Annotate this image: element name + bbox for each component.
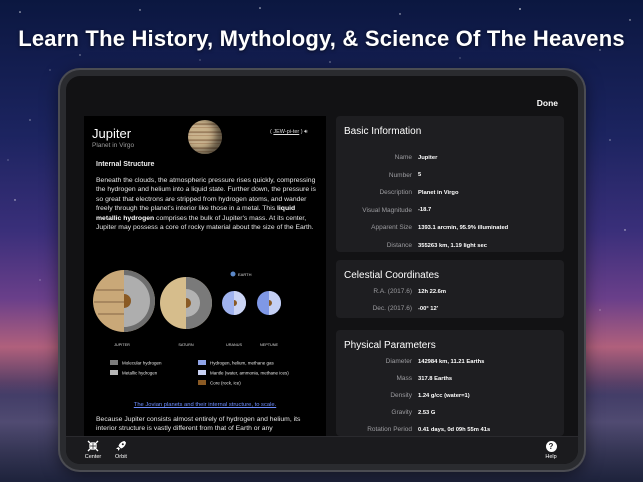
uranus-label: URANUS — [226, 343, 243, 347]
info-row-value: 317.8 Earths — [418, 375, 453, 382]
help-glyph: ? — [545, 441, 557, 452]
info-row: Rotation Period 0.41 days, 0d 09h 55m 41s — [336, 426, 564, 436]
neptune-diagram — [257, 291, 281, 315]
info-row-label: Number — [388, 171, 412, 179]
info-row: Mass 317.8 Earths — [336, 375, 564, 385]
info-row: Gravity 2.53 G — [336, 409, 564, 419]
info-row-label: Dec. (2017.6) — [372, 305, 412, 312]
planet-subtitle: Planet in Virgo — [92, 142, 135, 149]
article-panel[interactable]: Jupiter Planet in Virgo ( JEW-pi-ter ) 🔊… — [84, 116, 326, 436]
info-row-value: 0.41 days, 0d 09h 55m 41s — [418, 426, 491, 433]
info-row-value: -00° 12' — [418, 305, 439, 312]
legend-label-molecular-hydrogen: Molecular hydrogen — [122, 361, 162, 366]
info-row: Density 1.24 g/cc (water=1) — [336, 392, 564, 402]
earth-label: EARTH — [238, 272, 252, 277]
tablet-screen: Done Jupiter Planet in Virgo ( JEW-pi-te… — [66, 76, 578, 464]
legend-swatch-molecular-hydrogen — [110, 360, 118, 365]
info-row-value: -18.7 — [418, 207, 432, 214]
info-row-label: Visual Magnitude — [362, 206, 412, 214]
uranus-diagram — [222, 291, 246, 315]
pronunciation[interactable]: ( JEW-pi-ter ) 🔊︎ — [270, 129, 308, 136]
article-paragraph-1: Beneath the clouds, the atmospheric pres… — [96, 176, 318, 232]
info-row-label: R.A. (2017.6) — [373, 288, 412, 295]
center-label: Center — [84, 454, 102, 460]
info-row: Dec. (2017.6) -00° 12' — [336, 305, 564, 315]
info-row: Apparent Size 1393.1 arcmin, 95.9% illumi… — [336, 224, 564, 234]
basic-information-title: Basic Information — [344, 126, 422, 137]
info-row-value: 355263 km, 1.19 light sec — [418, 242, 487, 249]
center-arrows-icon — [78, 440, 108, 454]
info-row-value: 1.24 g/cc (water=1) — [418, 392, 470, 399]
hero-title: Learn The History, Mythology, & Science … — [18, 26, 625, 51]
help-button[interactable]: ? Help — [536, 440, 566, 460]
info-row-label: Density — [390, 392, 412, 399]
section-heading: Internal Structure — [96, 161, 155, 168]
orbit-button[interactable]: Orbit — [106, 440, 136, 460]
info-row-label: Gravity — [391, 409, 412, 416]
info-row-label: Distance — [386, 242, 412, 249]
info-row-value: 5 — [418, 172, 422, 179]
info-row-value: Jupiter — [418, 154, 438, 161]
legend-label-metallic-hydrogen: Metallic hydrogen — [122, 371, 158, 376]
article-paragraph-2: Because Jupiter consists almost entirely… — [96, 416, 301, 433]
diagram-caption-link[interactable]: The Jovian planets and their internal st… — [84, 402, 326, 408]
info-row-value: 12h 22.6m — [418, 288, 447, 295]
info-row-label: Rotation Period — [367, 426, 412, 433]
planet-name: Jupiter — [92, 126, 132, 141]
info-row-label: Diameter — [385, 358, 412, 365]
info-row-label: Mass — [396, 375, 412, 382]
info-row-value: 2.53 G — [418, 409, 436, 416]
info-row: Number 5 — [336, 172, 564, 182]
center-button[interactable]: Center — [78, 440, 108, 460]
help-icon: ? — [536, 440, 566, 454]
tablet-frame: Done Jupiter Planet in Virgo ( JEW-pi-te… — [60, 70, 584, 470]
info-row-label: Name — [394, 154, 412, 161]
speaker-icon[interactable]: 🔊︎ — [304, 129, 307, 135]
info-row: Distance 355263 km, 1.19 light sec — [336, 242, 564, 252]
info-row: Name Jupiter — [336, 154, 564, 164]
earth-diagram — [230, 271, 236, 277]
physical-parameters-card: Physical Parameters Diameter 142984 km, 1… — [336, 330, 564, 436]
jupiter-diagram — [93, 270, 155, 332]
pronunciation-text[interactable]: JEW-pi-ter — [273, 129, 299, 135]
rocket-icon — [106, 440, 136, 454]
info-row-value: Planet in Virgo — [418, 189, 459, 196]
info-row-value: 142984 km, 11.21 Earths — [418, 358, 485, 365]
info-row-value: 1393.1 arcmin, 95.9% illuminated — [418, 224, 509, 231]
jupiter-label: JUPITER — [114, 343, 130, 347]
legend-swatch-metallic-hydrogen — [110, 370, 118, 375]
bottom-toolbar: Center Orbit ? Help — [66, 436, 578, 464]
legend-swatch-mantle — [198, 370, 206, 375]
legend-swatch-core — [198, 380, 206, 385]
physical-parameters-title: Physical Parameters — [344, 340, 436, 351]
legend-label-gas: Hydrogen, helium, methane gas — [210, 361, 275, 366]
basic-information-card: Basic Information Name Jupiter Number 5 Desc… — [336, 116, 564, 252]
info-row: Visual Magnitude -18.7 — [336, 207, 564, 217]
neptune-label: NEPTUNE — [260, 343, 279, 347]
info-row-label: Description — [379, 189, 412, 197]
done-button[interactable]: Done — [537, 98, 558, 108]
article-header: Jupiter Planet in Virgo ( JEW-pi-ter ) 🔊… — [84, 116, 326, 156]
legend-label-core: Core (rock, ice) — [210, 381, 241, 386]
jupiter-thumbnail — [188, 120, 222, 154]
diagram-legend: Molecular hydrogen Metallic hydrogen Hyd… — [110, 360, 289, 386]
legend-label-mantle: Mantle (water, ammonia, methane ices) — [210, 371, 289, 376]
saturn-diagram — [160, 277, 212, 329]
info-row: Description Planet in Virgo — [336, 189, 564, 199]
info-row: Diameter 142984 km, 11.21 Earths — [336, 358, 564, 368]
celestial-coordinates-title: Celestial Coordinates — [344, 270, 440, 281]
legend-swatch-gas — [198, 360, 206, 365]
jovian-planets-diagram: EARTH JUPITER SATURN URANUS NEPTUNE Mole… — [93, 270, 289, 386]
celestial-coordinates-card: Celestial Coordinates R.A. (2017.6) 12h 2… — [336, 260, 564, 318]
help-label: Help — [545, 454, 557, 460]
orbit-label: Orbit — [115, 454, 127, 460]
saturn-label: SATURN — [178, 343, 194, 347]
info-row-label: Apparent Size — [371, 224, 412, 232]
info-row: R.A. (2017.6) 12h 22.6m — [336, 288, 564, 298]
